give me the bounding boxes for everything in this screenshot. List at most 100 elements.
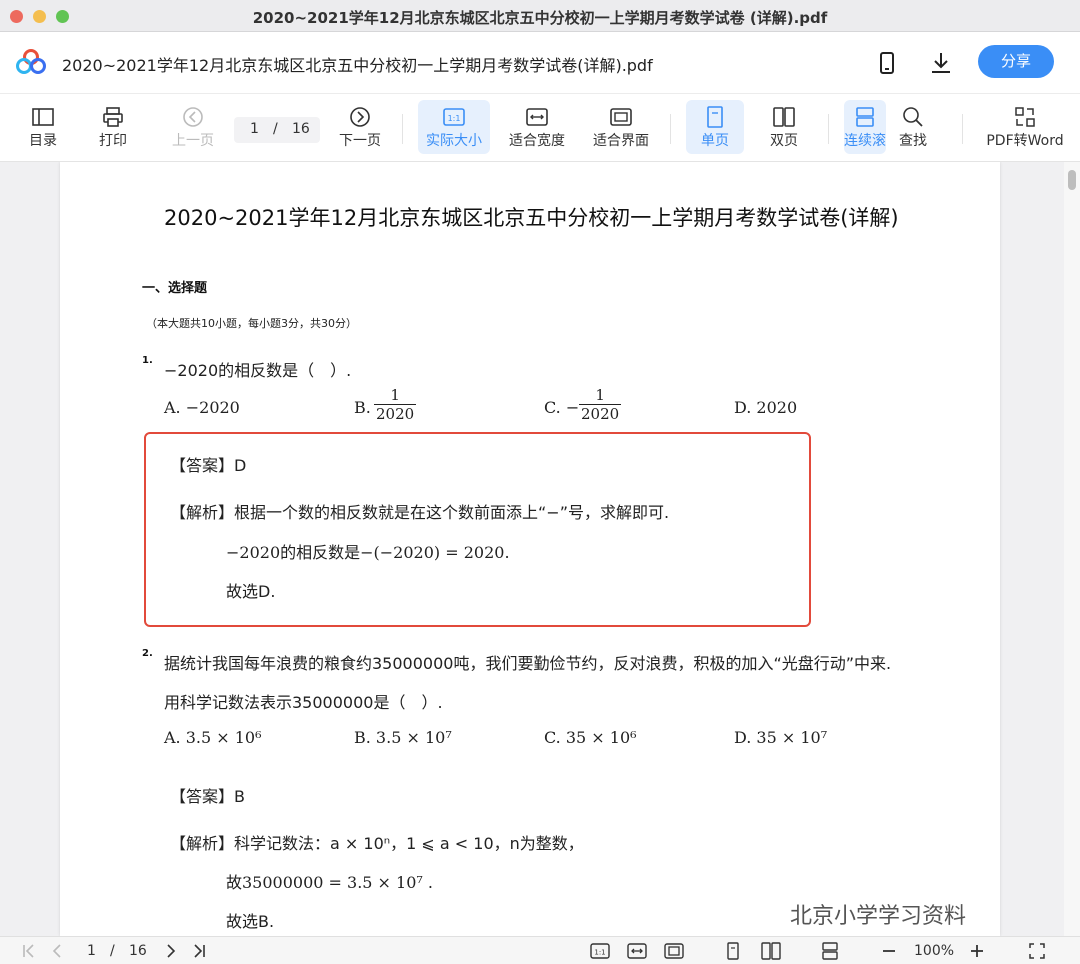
print-label: 打印	[99, 133, 127, 149]
toc-button[interactable]: 目录	[20, 100, 66, 154]
continuous-scroll-label: 连续滚	[844, 133, 886, 149]
fit-width-label: 适合宽度	[509, 133, 565, 149]
option-b-fraction: 1 2020	[374, 386, 417, 423]
answer-text: 【答案】D	[170, 456, 247, 475]
zoom-level[interactable]: 100%	[914, 943, 954, 959]
pdf-page: 2020~2021学年12月北京东城区北京五中分校初一上学期月考数学试卷(详解)…	[60, 162, 1000, 936]
one-to-one-icon: 1:1	[443, 108, 465, 126]
option-c-fraction: 1 2020	[579, 386, 622, 423]
convert-icon	[1015, 107, 1035, 127]
fit-page-label: 适合界面	[593, 133, 649, 149]
pdf-to-word-button[interactable]: PDF转Word	[982, 100, 1068, 154]
single-page-icon	[707, 106, 723, 128]
fit-page-icon	[610, 108, 632, 126]
window-titlebar: 2020~2021学年12月北京东城区北京五中分校初一上学期月考数学试卷 (详解…	[0, 0, 1080, 32]
actual-size-button[interactable]: 1:1 实际大小	[418, 100, 490, 154]
zoom-in-icon[interactable]	[968, 942, 986, 960]
page-number-input[interactable]: 1 / 16	[234, 117, 320, 143]
fraction-numerator: 1	[595, 386, 605, 404]
option-c: C. −	[544, 398, 580, 417]
fit-width-button[interactable]: 适合宽度	[504, 100, 570, 154]
fit-width-icon[interactable]	[627, 942, 647, 960]
zoom-out-icon[interactable]	[880, 942, 898, 960]
option-a: A. 3.5 × 10⁶	[164, 728, 262, 747]
file-title: 2020~2021学年12月北京东城区北京五中分校初一上学期月考数学试卷(详解)…	[62, 56, 653, 75]
option-d: D. 2020	[734, 398, 798, 417]
first-page-icon[interactable]	[20, 942, 38, 960]
watermark-text: 北京小学学习资料	[790, 904, 967, 929]
question-stem: 用科学记数法表示35000000是（ ）.	[164, 693, 443, 712]
search-icon	[903, 107, 923, 127]
analysis-line: 故35000000 = 3.5 × 10⁷ .	[226, 873, 433, 892]
section-title: 一、选择题	[142, 281, 208, 296]
question-stem: 据统计我国每年浪费的粮食约35000000吨，我们要勤俭节约，反对浪费，积极的加…	[164, 654, 892, 673]
double-page-label: 双页	[770, 133, 798, 149]
single-page-icon[interactable]	[724, 942, 742, 960]
next-page-icon[interactable]	[162, 942, 180, 960]
analysis-line: 故选B.	[226, 912, 275, 931]
print-button[interactable]: 打印	[90, 100, 136, 154]
status-page-total: 16	[129, 943, 147, 959]
vertical-scrollbar[interactable]	[1064, 162, 1080, 936]
option-c: C. 35 × 10⁶	[544, 728, 637, 747]
option-a: A. −2020	[164, 398, 240, 417]
page-current: 1	[250, 121, 259, 137]
toolbar-divider	[828, 114, 829, 144]
prev-page-button[interactable]: 上一页	[168, 100, 218, 154]
toolbar-divider	[962, 114, 963, 144]
phone-icon[interactable]	[874, 50, 900, 76]
analysis-line: 故选D.	[226, 582, 276, 601]
option-b: B.	[354, 398, 371, 417]
analysis-line: −2020的相反数是−(−2020) = 2020.	[226, 543, 510, 562]
toolbar-divider	[402, 114, 403, 144]
download-icon[interactable]	[928, 50, 954, 76]
toc-label: 目录	[29, 133, 57, 149]
next-page-button[interactable]: 下一页	[334, 100, 386, 154]
fullscreen-icon[interactable]	[1028, 942, 1046, 960]
fraction-denominator: 2020	[579, 404, 622, 423]
question-stem: −2020的相反数是（ ）.	[164, 361, 352, 380]
next-page-label: 下一页	[339, 133, 381, 149]
question-number: 1.	[142, 355, 153, 366]
double-page-icon[interactable]	[760, 942, 782, 960]
continuous-scroll-button[interactable]: 连续滚	[844, 100, 886, 154]
app-header: 2020~2021学年12月北京东城区北京五中分校初一上学期月考数学试卷(详解)…	[0, 32, 1080, 94]
sidebar-icon	[32, 108, 54, 126]
actual-size-label: 实际大小	[426, 133, 482, 149]
svg-text:1:1: 1:1	[448, 114, 461, 123]
fit-page-icon[interactable]	[664, 942, 684, 960]
fraction-denominator: 2020	[374, 404, 417, 423]
status-page-current: 1	[87, 943, 96, 959]
fit-width-icon	[526, 108, 548, 126]
question-number: 2.	[142, 648, 153, 659]
share-button[interactable]: 分享	[978, 45, 1054, 78]
find-label: 查找	[899, 133, 927, 149]
page-total: 16	[292, 121, 310, 137]
window-title: 2020~2021学年12月北京东城区北京五中分校初一上学期月考数学试卷 (详解…	[252, 9, 828, 27]
last-page-icon[interactable]	[190, 942, 208, 960]
prev-page-label: 上一页	[172, 133, 214, 149]
double-page-button[interactable]: 双页	[758, 100, 810, 154]
analysis-text: 【解析】科学记数法：a × 10ⁿ，1 ⩽ a < 10，n为整数，	[170, 834, 584, 853]
svg-text:1:1: 1:1	[594, 949, 605, 957]
status-page-separator: /	[110, 943, 115, 959]
scrollbar-thumb[interactable]	[1068, 170, 1076, 190]
pdf-to-word-label: PDF转Word	[986, 133, 1064, 149]
continuous-scroll-icon	[856, 107, 874, 127]
option-b: B. 3.5 × 10⁷	[354, 728, 452, 747]
prev-page-icon[interactable]	[48, 942, 66, 960]
cloud-logo-icon	[16, 49, 46, 74]
continuous-scroll-icon[interactable]	[820, 942, 840, 960]
toolbar: 目录 打印 上一页 1 / 16 下一页 1:1 实际大小 适合宽度 适合界面 …	[0, 94, 1080, 162]
option-d: D. 35 × 10⁷	[734, 728, 828, 747]
answer-text: 【答案】B	[170, 787, 245, 806]
single-page-button[interactable]: 单页	[686, 100, 744, 154]
printer-icon	[103, 107, 123, 127]
document-viewer[interactable]: 2020~2021学年12月北京东城区北京五中分校初一上学期月考数学试卷(详解)…	[0, 162, 1080, 936]
toolbar-divider	[670, 114, 671, 144]
analysis-text: 【解析】根据一个数的相反数就是在这个数前面添上“−”号，求解即可.	[170, 503, 670, 522]
single-page-label: 单页	[701, 133, 729, 149]
find-button[interactable]: 查找	[890, 100, 936, 154]
one-to-one-icon[interactable]: 1:1	[590, 942, 610, 960]
fit-page-button[interactable]: 适合界面	[588, 100, 654, 154]
